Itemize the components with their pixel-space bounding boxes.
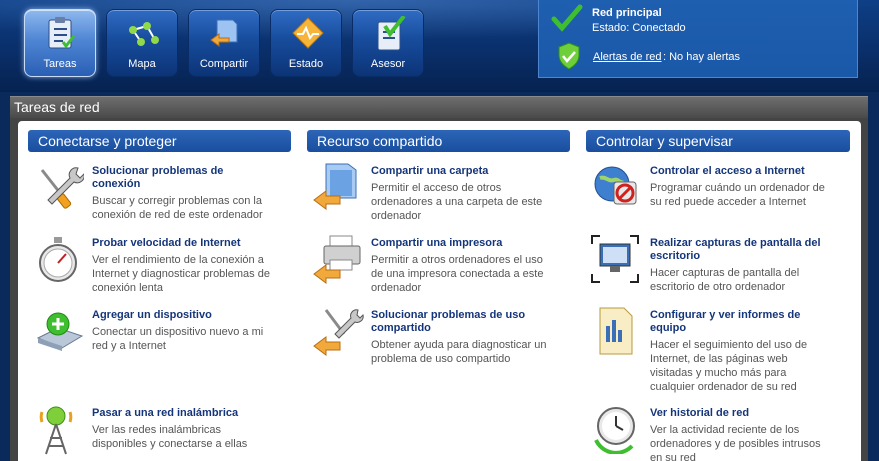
task-description: Obtener ayuda para diagnosticar un probl… [371,339,547,365]
nav-tareas-button[interactable]: Tareas [24,9,96,77]
column-header-share: Recurso compartido [307,130,570,152]
section-header: Tareas de red [10,96,868,118]
add-device-icon [36,312,84,351]
task-description: Permitir a otros ordenadores el uso de u… [371,254,544,294]
shield-check-icon [558,42,580,70]
report-document-icon [599,307,633,355]
task-title: Realizar capturas de pantalla del escrit… [650,237,821,262]
task-description: Ver la actividad reciente de los ordenad… [650,424,821,461]
section-title: Tareas de red [14,99,100,115]
nav-estado-button[interactable]: Estado [270,9,342,77]
nav-label: Estado [288,58,324,70]
task-description: Permitir el acceso de otros ordenadores … [371,182,543,222]
column-header-control: Controlar y supervisar [586,130,850,152]
status-pulse-icon [292,17,324,49]
history-clock-icon [594,407,635,454]
tools-wrench-screwdriver-icon [40,167,84,209]
task-title: Solucionar problemas de uso compartido [371,309,526,334]
nav-label: Compartir [199,58,249,70]
task-title: Compartir una carpeta [371,165,489,177]
task-description: Buscar y corregir problemas con la conex… [92,195,263,221]
task-title: Controlar el acceso a Internet [650,165,805,177]
nav-label: Tareas [43,58,77,70]
nav-label: Mapa [128,58,156,70]
share-folder-icon [313,163,357,210]
task-description: Ver las redes inalámbricas disponibles y… [92,424,248,450]
task-title: Solucionar problemas de conexión [92,165,224,190]
network-status-panel: Red principal Estado: Conectado Alertas … [538,0,858,78]
network-status-text: Estado: Conectado [592,22,686,34]
task-title: Configurar y ver informes de equipo [650,309,801,334]
task-description: Programar cuándo un ordenador de su red … [650,182,825,208]
connected-check-icon [551,4,583,32]
nav-mapa-button[interactable]: Mapa [106,9,178,77]
task-title: Probar velocidad de Internet [92,237,241,249]
screen-capture-icon [591,235,639,283]
task-description: Ver el rendimiento de la conexión a Inte… [92,254,270,294]
network-name: Red principal [592,7,662,19]
globe-blocked-icon [594,166,637,205]
share-folder-icon [210,19,238,47]
task-title: Pasar a una red inalámbrica [92,407,239,419]
network-map-icon [129,22,159,46]
task-description: Hacer el seguimiento del uso de Internet… [650,339,808,393]
share-printer-icon [313,235,361,284]
wireless-tower-icon [39,406,73,455]
nav-compartir-button[interactable]: Compartir [188,9,260,77]
nav-asesor-button[interactable]: Asesor [352,9,424,77]
network-alerts-link[interactable]: Alertas de red [593,51,661,63]
task-title: Compartir una impresora [371,237,503,249]
stopwatch-icon [39,237,77,282]
task-title: Ver historial de red [650,407,750,419]
network-alerts-text: : No hay alertas [663,51,741,63]
tasks-clipboard-icon [48,17,76,49]
share-tools-icon [313,309,364,356]
column-header-connect: Conectarse y proteger [28,130,291,152]
task-description: Conectar un dispositivo nuevo a mi red y… [92,326,264,352]
advisor-checklist-icon [377,16,406,51]
task-description: Hacer capturas de pantalla del escritori… [650,267,800,293]
task-title: Agregar un dispositivo [92,309,212,321]
nav-label: Asesor [370,58,406,70]
